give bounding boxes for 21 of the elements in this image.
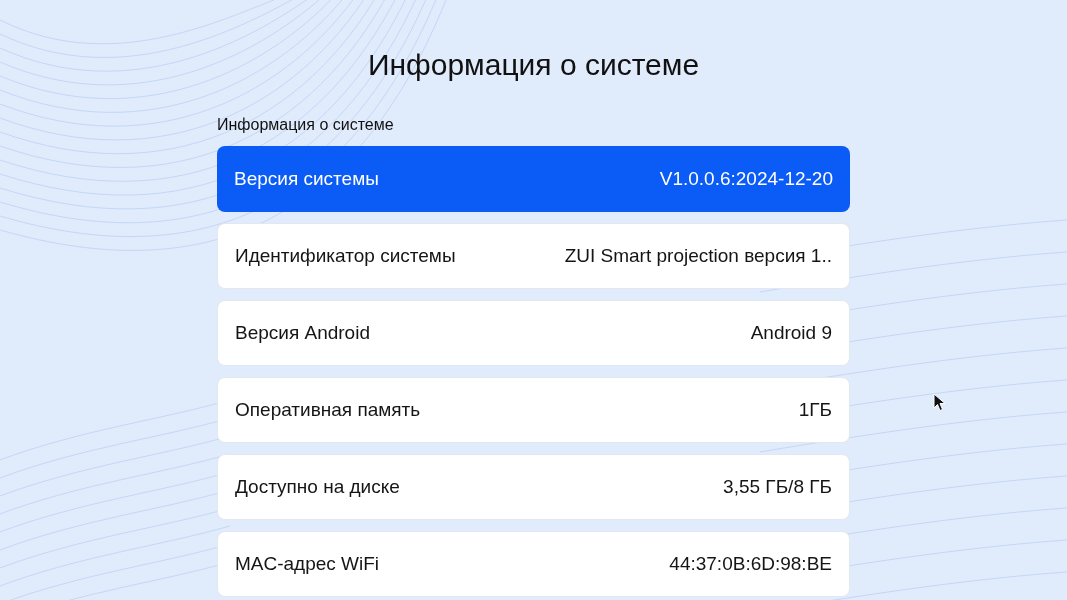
row-label: Версия Android xyxy=(235,320,370,345)
page-title: Информация о системе xyxy=(367,47,700,83)
info-row[interactable]: Версия Android Android 9 xyxy=(217,300,850,366)
row-label: Версия системы xyxy=(234,166,379,191)
mouse-pointer-icon xyxy=(933,393,946,412)
row-value: V1.0.0.6:2024-12-20 xyxy=(659,166,833,191)
row-label: Доступно на диске xyxy=(235,474,400,499)
row-label: Идентификатор системы xyxy=(235,243,456,268)
info-row[interactable]: Доступно на диске 3,55 ГБ/8 ГБ xyxy=(217,454,850,520)
row-value: Android 9 xyxy=(750,320,832,345)
info-row[interactable]: MAC-адрес WiFi 44:37:0B:6D:98:BE xyxy=(217,531,850,597)
row-label: Оперативная память xyxy=(235,397,421,422)
row-value: ZUI Smart projection версия 1.. xyxy=(564,243,832,268)
row-value: 44:37:0B:6D:98:BE xyxy=(669,551,832,576)
row-value: 1ГБ xyxy=(798,397,832,422)
row-label: MAC-адрес WiFi xyxy=(235,551,380,576)
row-value: 3,55 ГБ/8 ГБ xyxy=(723,474,832,499)
info-row[interactable]: Оперативная память 1ГБ xyxy=(217,377,850,443)
section-label: Информация о системе xyxy=(217,115,395,135)
info-row[interactable]: Версия системы V1.0.0.6:2024-12-20 xyxy=(217,146,850,212)
info-row[interactable]: Идентификатор системы ZUI Smart projection версия 1.. xyxy=(217,223,850,289)
